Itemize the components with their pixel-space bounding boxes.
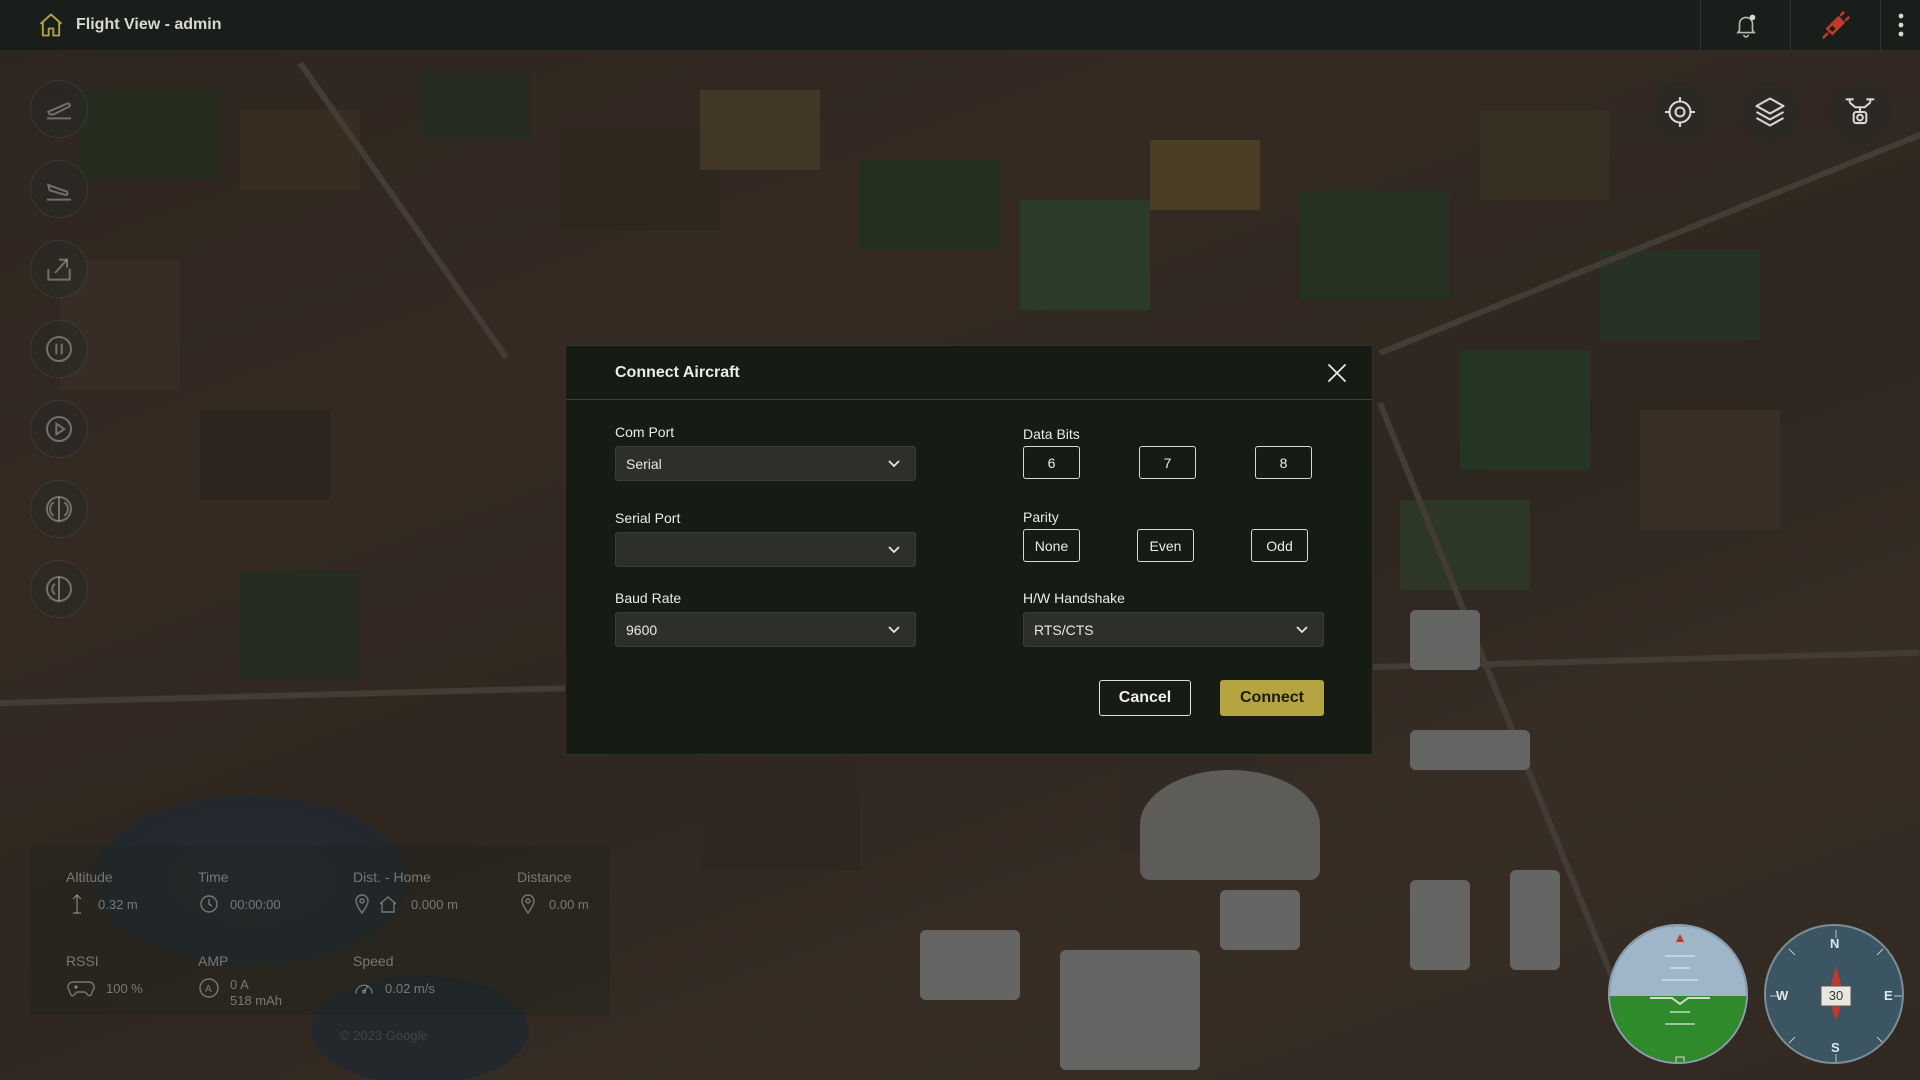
com-port-value: Serial: [626, 455, 662, 472]
baud-rate-value: 9600: [626, 621, 658, 638]
serial-port-select[interactable]: [615, 532, 916, 567]
dialog-header: Connect Aircraft: [566, 346, 1372, 400]
data-bits-6-button[interactable]: 6: [1023, 446, 1080, 479]
connect-button[interactable]: Connect: [1220, 680, 1324, 716]
data-bits-label: Data Bits: [1023, 426, 1080, 442]
chevron-down-icon: [888, 460, 900, 468]
chevron-down-icon: [888, 546, 900, 554]
close-button[interactable]: [1326, 362, 1348, 384]
chevron-down-icon: [888, 626, 900, 634]
serial-port-label: Serial Port: [615, 510, 681, 526]
parity-even-button[interactable]: Even: [1137, 529, 1194, 562]
hw-handshake-value: RTS/CTS: [1034, 621, 1094, 638]
com-port-label: Com Port: [615, 424, 675, 440]
parity-odd-button[interactable]: Odd: [1251, 529, 1308, 562]
close-icon: [1328, 364, 1346, 382]
data-bits-7-button[interactable]: 7: [1139, 446, 1196, 479]
hw-handshake-label: H/W Handshake: [1023, 590, 1125, 606]
baud-rate-label: Baud Rate: [615, 590, 682, 606]
data-bits-8-button[interactable]: 8: [1255, 446, 1312, 479]
com-port-select[interactable]: Serial: [615, 446, 916, 481]
cancel-button[interactable]: Cancel: [1099, 680, 1191, 716]
connect-aircraft-dialog: Connect Aircraft Com Port Serial Serial …: [565, 345, 1373, 755]
parity-none-button[interactable]: None: [1023, 529, 1080, 562]
parity-label: Parity: [1023, 509, 1059, 525]
baud-rate-select[interactable]: 9600: [615, 612, 916, 647]
modal-overlay: Connect Aircraft Com Port Serial Serial …: [0, 0, 1920, 1080]
dialog-title: Connect Aircraft: [615, 363, 740, 381]
hw-handshake-select[interactable]: RTS/CTS: [1023, 612, 1324, 647]
chevron-down-icon: [1296, 626, 1308, 634]
